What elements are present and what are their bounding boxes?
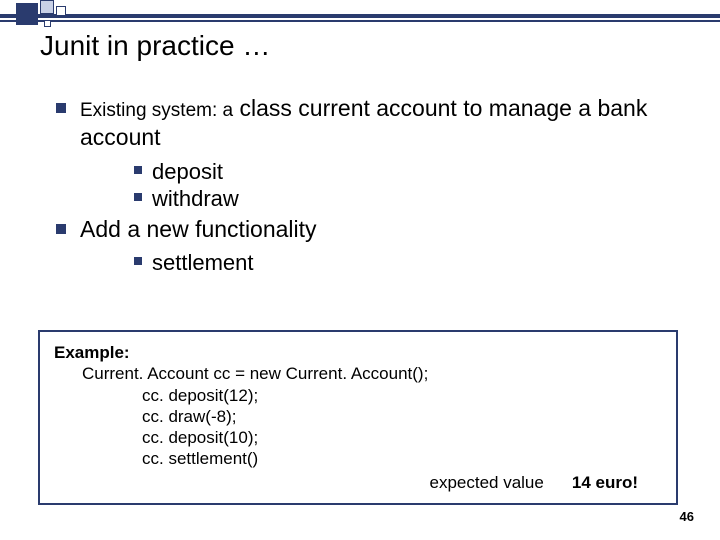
example-code-line: cc. settlement() xyxy=(142,448,662,469)
bullet-lead-text: Existing system: a xyxy=(80,100,233,121)
example-code-line: cc. deposit(10); xyxy=(142,427,662,448)
subbullet-text: withdraw xyxy=(152,185,239,213)
example-box: Example: Current. Account cc = new Curre… xyxy=(38,330,678,505)
header-line-thin xyxy=(0,20,720,22)
bullet-icon xyxy=(134,257,142,265)
page-number: 46 xyxy=(680,509,694,524)
subbullet-deposit: deposit xyxy=(134,158,684,186)
subbullet-withdraw: withdraw xyxy=(134,185,684,213)
content-area: Existing system: a class current account… xyxy=(56,94,684,277)
expected-label: expected value xyxy=(429,472,543,493)
subbullet-settlement: settlement xyxy=(134,249,684,277)
example-code-line: cc. draw(-8); xyxy=(142,406,662,427)
example-code-line: Current. Account cc = new Current. Accou… xyxy=(82,363,662,384)
example-header: Example: xyxy=(54,342,662,363)
subbullets-existing: deposit withdraw xyxy=(134,158,684,213)
subbullets-add: settlement xyxy=(134,249,684,277)
header-decoration xyxy=(0,0,720,30)
slide: Junit in practice … Existing system: a c… xyxy=(0,0,720,540)
deco-square-icon xyxy=(44,20,51,27)
header-line-thick xyxy=(0,14,720,18)
bullet-icon xyxy=(56,224,66,234)
bullet-existing-system: Existing system: a class current account… xyxy=(56,94,684,152)
subbullet-text: deposit xyxy=(152,158,223,186)
example-result-row: expected value 14 euro! xyxy=(54,472,662,493)
bullet-icon xyxy=(56,103,66,113)
slide-title: Junit in practice … xyxy=(40,30,270,62)
bullet-icon xyxy=(134,166,142,174)
bullet-text: Existing system: a class current account… xyxy=(80,94,684,152)
example-code-line: cc. deposit(12); xyxy=(142,385,662,406)
bullet-icon xyxy=(134,193,142,201)
bullet-add-functionality: Add a new functionality xyxy=(56,215,684,244)
deco-square-icon xyxy=(56,6,66,16)
deco-square-icon xyxy=(16,3,38,25)
deco-square-icon xyxy=(40,0,54,14)
expected-value: 14 euro! xyxy=(572,472,638,493)
subbullet-text: settlement xyxy=(152,249,254,277)
bullet-text: Add a new functionality xyxy=(80,215,317,244)
